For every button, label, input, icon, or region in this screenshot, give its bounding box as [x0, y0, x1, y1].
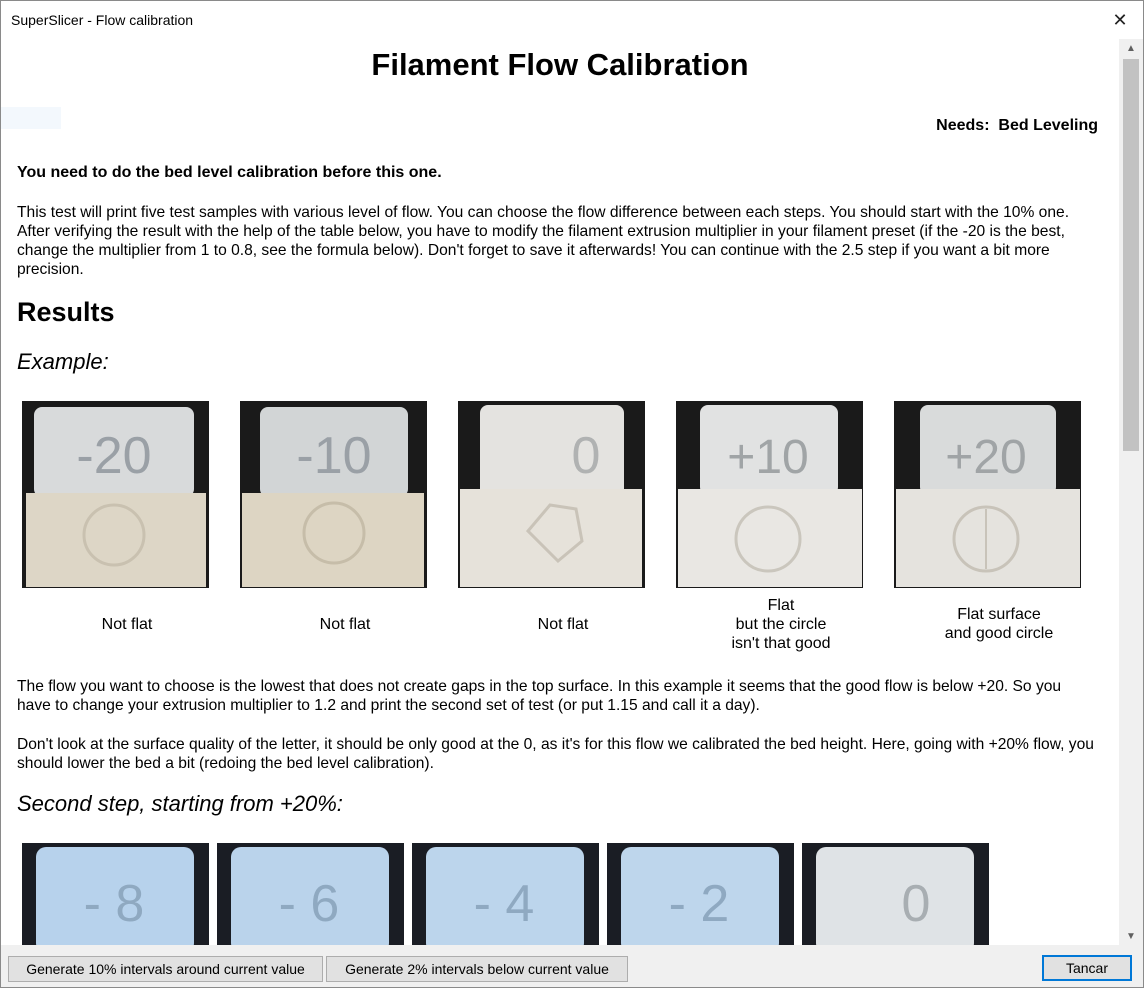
calibration-content[interactable]: Filament Flow Calibration Needs: Bed Lev… [1, 39, 1119, 945]
caption-line: Not flat [101, 616, 153, 633]
sample-label-0: 0 [572, 427, 601, 485]
sample-caption-plus-20: Flat surface and good circle [894, 605, 1104, 643]
scroll-down-button[interactable]: ▼ [1119, 927, 1143, 945]
second-sample-image: - 2 [607, 843, 794, 945]
page-title: Filament Flow Calibration [371, 47, 749, 82]
sample-label-minus-20: -20 [76, 427, 151, 485]
sample-caption-plus-10: Flat but the circle isn't that good [676, 596, 886, 653]
needs-label: Needs: [936, 117, 990, 134]
caption-line: Flat [767, 597, 795, 614]
close-window-button[interactable]: ✕ [1097, 1, 1143, 39]
caption-line: Not flat [537, 616, 589, 633]
second-sample-label: - 6 [279, 875, 340, 933]
needs-line: Needs: Bed Leveling [936, 117, 1098, 135]
sample-label-minus-10: -10 [296, 427, 371, 485]
dialog-footer: Generate 10% intervals around current va… [1, 945, 1143, 987]
chevron-down-icon: ▼ [1126, 930, 1136, 942]
sample-label-plus-10: +10 [727, 431, 808, 484]
close-button[interactable]: Tancar [1042, 955, 1132, 981]
intro-paragraph: This test will print five test samples w… [17, 204, 1070, 278]
generate-10-percent-button[interactable]: Generate 10% intervals around current va… [8, 956, 323, 982]
sample-caption-0: Not flat [458, 615, 668, 634]
close-icon: ✕ [1112, 9, 1128, 30]
sample-label-plus-20: +20 [945, 431, 1026, 484]
choose-flow-paragraph: The flow you want to choose is the lowes… [17, 678, 1062, 714]
caption-line: isn't that good [731, 635, 831, 652]
second-sample-image: 0 [802, 843, 989, 945]
window-title: SuperSlicer - Flow calibration [11, 12, 194, 28]
results-heading: Results [17, 297, 115, 327]
sample-caption-minus-20: Not flat [22, 615, 232, 634]
second-sample-image: - 6 [217, 843, 404, 945]
title-bar: SuperSlicer - Flow calibration ✕ [1, 1, 1143, 39]
bed-level-warning: You need to do the bed level calibration… [17, 164, 442, 181]
second-sample-label: - 4 [474, 875, 535, 933]
surface-quality-paragraph: Don't look at the surface quality of the… [17, 736, 1094, 772]
caption-line: and good circle [944, 625, 1054, 642]
second-sample-image: - 4 [412, 843, 599, 945]
second-sample-image: - 8 [22, 843, 209, 945]
vertical-scrollbar[interactable]: ▲ ▼ [1119, 39, 1143, 945]
sample-image-minus-20: -20 [22, 401, 209, 588]
second-sample-label: 0 [902, 875, 931, 933]
scroll-up-button[interactable]: ▲ [1119, 39, 1143, 57]
selection-highlight [1, 107, 61, 129]
generate-2-percent-button[interactable]: Generate 2% intervals below current valu… [326, 956, 628, 982]
flow-calibration-window: SuperSlicer - Flow calibration ✕ Filamen… [0, 0, 1144, 988]
second-sample-label: - 2 [669, 875, 730, 933]
sample-caption-minus-10: Not flat [240, 615, 450, 634]
example-heading: Example: [17, 349, 109, 374]
caption-line: Not flat [319, 616, 371, 633]
sample-image-minus-10: -10 [240, 401, 427, 588]
sample-image-plus-10: +10 [676, 401, 863, 588]
second-sample-label: - 8 [84, 875, 145, 933]
scrollbar-thumb[interactable] [1123, 59, 1139, 451]
caption-line: Flat surface [957, 606, 1041, 623]
needs-value: Bed Leveling [998, 117, 1098, 134]
sample-image-plus-20: +20 [894, 401, 1081, 588]
sample-image-0: 0 [458, 401, 645, 588]
caption-line: but the circle [735, 616, 827, 633]
chevron-up-icon: ▲ [1126, 42, 1136, 54]
second-step-heading: Second step, starting from +20%: [17, 791, 343, 816]
